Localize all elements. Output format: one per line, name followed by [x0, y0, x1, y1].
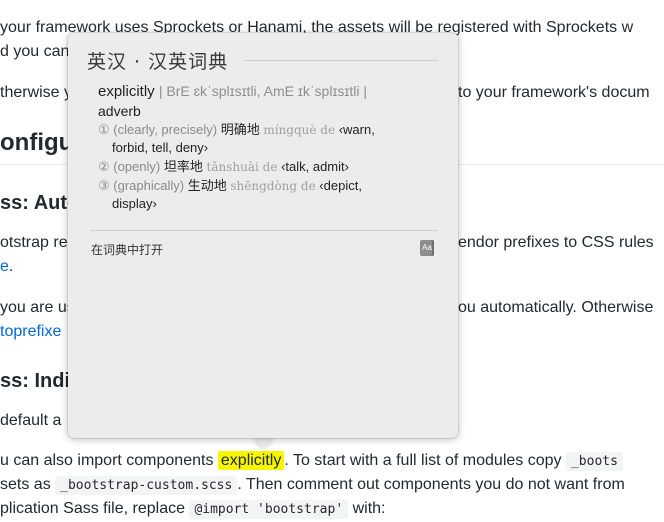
sense-gloss: (clearly, precisely): [113, 122, 218, 137]
sense-gloss: (graphically): [113, 178, 185, 193]
doc-text-line: to your framework's docum: [458, 84, 650, 101]
doc-text: . Then comment out components you do not…: [237, 476, 625, 493]
doc-text-line: ou automatically. Otherwise: [458, 299, 654, 316]
sense-translation: 坦率地: [163, 159, 203, 174]
inline-code: _bootstrap-custom.scss: [55, 476, 238, 495]
sense-number: ①: [98, 122, 110, 137]
sense-translation: 生动地: [187, 178, 227, 193]
doc-text-line: endor prefixes to CSS rules: [458, 234, 654, 251]
doc-text-line: e.: [0, 255, 13, 279]
sense-number: ②: [98, 159, 110, 174]
sense-pinyin: míngquè de: [263, 123, 336, 137]
doc-text-line: sets as _bootstrap-custom.scss. Then com…: [0, 473, 625, 498]
doc-text-line: you are us: [0, 299, 75, 316]
sense-2: ② (openly) 坦率地 tǎnshuài de ‹talk, admit›: [98, 158, 438, 176]
doc-text-line: plication Sass file, replace @import 'bo…: [0, 497, 386, 522]
dictionary-app-icon[interactable]: Aa: [420, 240, 434, 256]
inline-code: _boots: [565, 452, 623, 471]
open-in-dictionary-link[interactable]: 在词典中打开: [91, 241, 163, 258]
doc-text-line: d you can: [0, 43, 70, 60]
configuration-heading: onfigu: [0, 129, 74, 156]
sense-collocation-cont: forbid, tell, deny›: [112, 140, 209, 155]
part-of-speech: adverb: [98, 103, 141, 119]
dictionary-popover: 英汉 · 汉英词典 explicitly | BrE ɛkˈsplɪsɪtli,…: [68, 33, 458, 438]
doc-text-line: therwise y: [0, 84, 73, 101]
sass-individual-heading: ss: Indi: [0, 370, 71, 392]
sense-pinyin: shēngdòng de: [230, 179, 316, 193]
sense-translation: 明确地: [220, 122, 260, 137]
popover-divider: [90, 230, 438, 231]
inline-code: @import 'bootstrap': [189, 500, 349, 519]
sense-collocation: ‹warn,: [338, 122, 375, 137]
doc-text-line: default a: [0, 412, 62, 429]
sense-number: ③: [98, 178, 110, 193]
headword: explicitly: [98, 83, 155, 100]
doc-text-line: otstrap re: [0, 234, 68, 251]
doc-text: with:: [348, 500, 386, 517]
doc-text: plication Sass file, replace: [0, 500, 190, 517]
title-divider: [244, 60, 438, 61]
doc-period: .: [8, 258, 14, 275]
sense-collocation-cont: display›: [112, 196, 157, 211]
doc-link[interactable]: e: [0, 258, 9, 275]
doc-text: u can also import components: [0, 452, 218, 469]
sense-3: ③ (graphically) 生动地 shēngdòng de ‹depict…: [98, 177, 438, 213]
autoprefixer-link[interactable]: toprefixe: [0, 320, 61, 344]
doc-text: sets as: [0, 476, 56, 493]
doc-text-line: u can also import components explicitly.…: [0, 449, 623, 474]
doc-text: . To start with a full list of modules c…: [284, 452, 566, 469]
dictionary-entry: explicitly | BrE ɛkˈsplɪsɪtli, AmE ɪkˈsp…: [98, 81, 438, 213]
sense-collocation: ‹talk, admit›: [281, 159, 349, 174]
highlighted-word[interactable]: explicitly: [217, 451, 285, 470]
dictionary-title: 英汉 · 汉英词典: [87, 51, 229, 73]
sense-collocation: ‹depict,: [319, 178, 362, 193]
pronunciation: | BrE ɛkˈsplɪsɪtli, AmE ɪkˈsplɪsɪtli |: [158, 83, 368, 99]
sense-pinyin: tǎnshuài de: [206, 160, 278, 174]
sense-1: ① (clearly, precisely) 明确地 míngquè de ‹w…: [98, 121, 438, 157]
sense-gloss: (openly): [113, 159, 161, 174]
